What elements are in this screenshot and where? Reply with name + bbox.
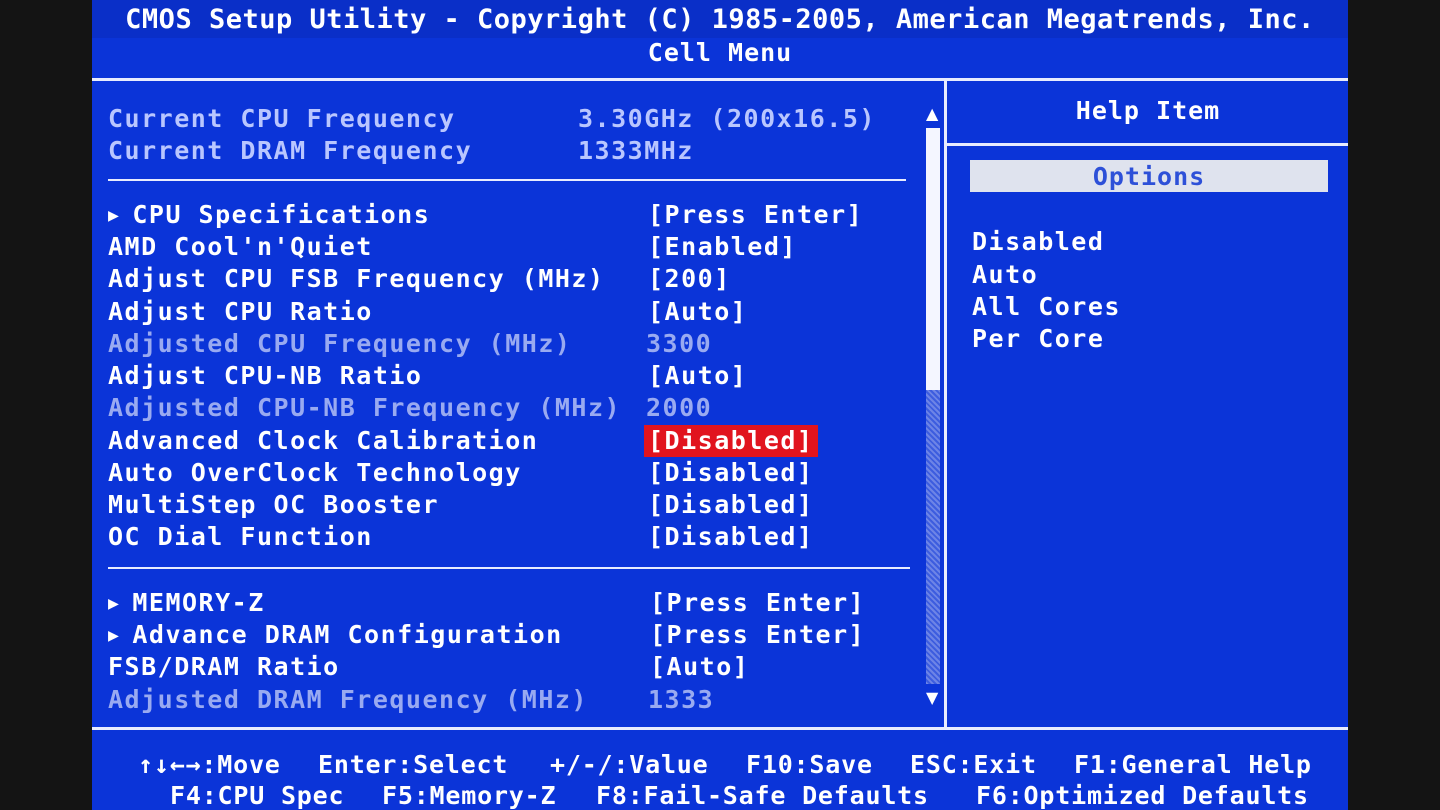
- info-value: 1333MHz: [578, 136, 694, 165]
- help-option: Per Core: [972, 324, 1105, 353]
- menu-item-label: OC Dial Function: [108, 522, 373, 551]
- menu-item-multistep-oc-booster[interactable]: MultiStep OC Booster [Disabled]: [108, 489, 908, 521]
- menu-item-value[interactable]: [Disabled]: [648, 521, 814, 553]
- key-hint-move: ↑↓←→:Move: [138, 750, 281, 779]
- key-hint-cpu-spec: F4:CPU Spec: [170, 781, 345, 810]
- bios-screen: CMOS Setup Utility - Copyright (C) 1985-…: [92, 0, 1348, 810]
- menu-item-label: MEMORY-Z: [132, 588, 265, 617]
- key-hint-optimized-defaults: F6:Optimized Defaults: [976, 781, 1309, 810]
- menu-item-amd-cool-n-quiet[interactable]: AMD Cool'n'Quiet [Enabled]: [108, 231, 908, 263]
- page-title: Cell Menu: [647, 38, 793, 67]
- submenu-arrow-icon: ▶: [108, 593, 121, 614]
- menu-item-memory-z[interactable]: ▶ MEMORY-Z [Press Enter]: [108, 587, 908, 619]
- menu-item-label: Adjusted DRAM Frequency (MHz): [108, 685, 588, 714]
- options-header: Options: [970, 160, 1328, 192]
- menu-item-advanced-clock-calibration[interactable]: Advanced Clock Calibration [Disabled]: [108, 425, 908, 457]
- pane-divider: [944, 80, 947, 728]
- menu-item-value: 2000: [646, 393, 713, 422]
- scrollbar-track[interactable]: [926, 390, 940, 684]
- menu-item-label: Adjust CPU-NB Ratio: [108, 361, 423, 390]
- help-divider: [947, 143, 1348, 146]
- readonly-item-adjusted-cpu-frequency: Adjusted CPU Frequency (MHz) 3300: [108, 328, 908, 360]
- help-title: Help Item: [1075, 96, 1221, 125]
- scrollbar-thumb[interactable]: [926, 128, 940, 390]
- menu-item-fsb-dram-ratio[interactable]: FSB/DRAM Ratio [Auto]: [108, 651, 908, 683]
- readonly-item-adjusted-cpu-nb-frequency: Adjusted CPU-NB Frequency (MHz) 2000: [108, 392, 908, 424]
- title-bar: CMOS Setup Utility - Copyright (C) 1985-…: [92, 0, 1348, 38]
- key-hint-value: +/-/:Value: [550, 750, 709, 779]
- menu-item-label: Advance DRAM Configuration: [132, 620, 563, 649]
- menu-item-value[interactable]: [Press Enter]: [650, 619, 865, 651]
- menu-item-label: Adjusted CPU-NB Frequency (MHz): [108, 393, 622, 422]
- submenu-arrow-icon: ▶: [108, 205, 121, 226]
- menu-item-label: Auto OverClock Technology: [108, 458, 522, 487]
- key-legend-row-2: F4:CPU Spec F5:Memory-Z F8:Fail-Safe Def…: [92, 781, 1348, 810]
- header-divider: [92, 78, 1348, 81]
- help-option: Auto: [972, 260, 1039, 289]
- menu-item-value-selected[interactable]: [Disabled]: [644, 425, 818, 457]
- key-hint-general-help: F1:General Help: [1074, 750, 1312, 779]
- submenu-arrow-icon: ▶: [108, 625, 121, 646]
- menu-item-value[interactable]: [Auto]: [648, 360, 747, 392]
- menu-item-adjust-cpu-ratio[interactable]: Adjust CPU Ratio [Auto]: [108, 296, 908, 328]
- key-hint-select: Enter:Select: [318, 750, 509, 779]
- key-hint-fail-safe-defaults: F8:Fail-Safe Defaults: [596, 781, 929, 810]
- menu-item-value[interactable]: [200]: [648, 263, 731, 295]
- key-legend-row-1: ↑↓←→:Move Enter:Select +/-/:Value F10:Sa…: [92, 750, 1348, 782]
- menu-item-label: Advanced Clock Calibration: [108, 426, 539, 455]
- readonly-item-adjusted-dram-frequency: Adjusted DRAM Frequency (MHz) 1333: [108, 684, 908, 716]
- menu-item-label: AMD Cool'n'Quiet: [108, 232, 373, 261]
- app-title: CMOS Setup Utility - Copyright (C) 1985-…: [125, 4, 1315, 35]
- menu-item-adjust-cpu-fsb-frequency[interactable]: Adjust CPU FSB Frequency (MHz) [200]: [108, 263, 908, 295]
- info-row-dram-frequency: Current DRAM Frequency 1333MHz: [108, 135, 908, 167]
- info-row-cpu-frequency: Current CPU Frequency 3.30GHz (200x16.5): [108, 103, 908, 135]
- key-hint-save: F10:Save: [746, 750, 873, 779]
- menu-item-cpu-specifications[interactable]: ▶ CPU Specifications [Press Enter]: [108, 199, 908, 231]
- menu-item-value[interactable]: [Auto]: [648, 296, 747, 328]
- menu-item-value: 3300: [646, 329, 713, 358]
- menu-item-label: FSB/DRAM Ratio: [108, 652, 340, 681]
- help-option: Disabled: [972, 227, 1105, 256]
- key-hint-memory-z: F5:Memory-Z: [382, 781, 557, 810]
- menu-item-label: CPU Specifications: [132, 200, 431, 229]
- menu-item-label: Adjust CPU FSB Frequency (MHz): [108, 264, 605, 293]
- section-divider: [108, 567, 910, 569]
- menu-item-value[interactable]: [Auto]: [650, 651, 749, 683]
- menu-item-label: Adjust CPU Ratio: [108, 297, 373, 326]
- menu-item-value: 1333: [648, 685, 715, 714]
- scroll-up-arrow-icon[interactable]: ▲: [926, 104, 938, 123]
- info-label: Current DRAM Frequency: [108, 136, 473, 165]
- menu-item-value[interactable]: [Press Enter]: [648, 199, 863, 231]
- menu-item-value[interactable]: [Enabled]: [648, 231, 797, 263]
- menu-item-value[interactable]: [Disabled]: [648, 489, 814, 521]
- info-value: 3.30GHz (200x16.5): [578, 104, 876, 133]
- menu-item-value[interactable]: [Disabled]: [648, 457, 814, 489]
- menu-item-label: MultiStep OC Booster: [108, 490, 440, 519]
- menu-item-label: Adjusted CPU Frequency (MHz): [108, 329, 572, 358]
- menu-item-oc-dial-function[interactable]: OC Dial Function [Disabled]: [108, 521, 908, 553]
- scroll-down-arrow-icon[interactable]: ▼: [926, 688, 938, 707]
- section-divider: [108, 179, 906, 181]
- key-hint-exit: ESC:Exit: [910, 750, 1037, 779]
- menu-item-value[interactable]: [Press Enter]: [650, 587, 865, 619]
- help-option: All Cores: [972, 292, 1121, 321]
- info-label: Current CPU Frequency: [108, 104, 456, 133]
- menu-item-advance-dram-configuration[interactable]: ▶ Advance DRAM Configuration [Press Enter…: [108, 619, 908, 651]
- footer-divider: [92, 727, 1348, 730]
- menu-item-adjust-cpu-nb-ratio[interactable]: Adjust CPU-NB Ratio [Auto]: [108, 360, 908, 392]
- menu-item-auto-overclock-technology[interactable]: Auto OverClock Technology [Disabled]: [108, 457, 908, 489]
